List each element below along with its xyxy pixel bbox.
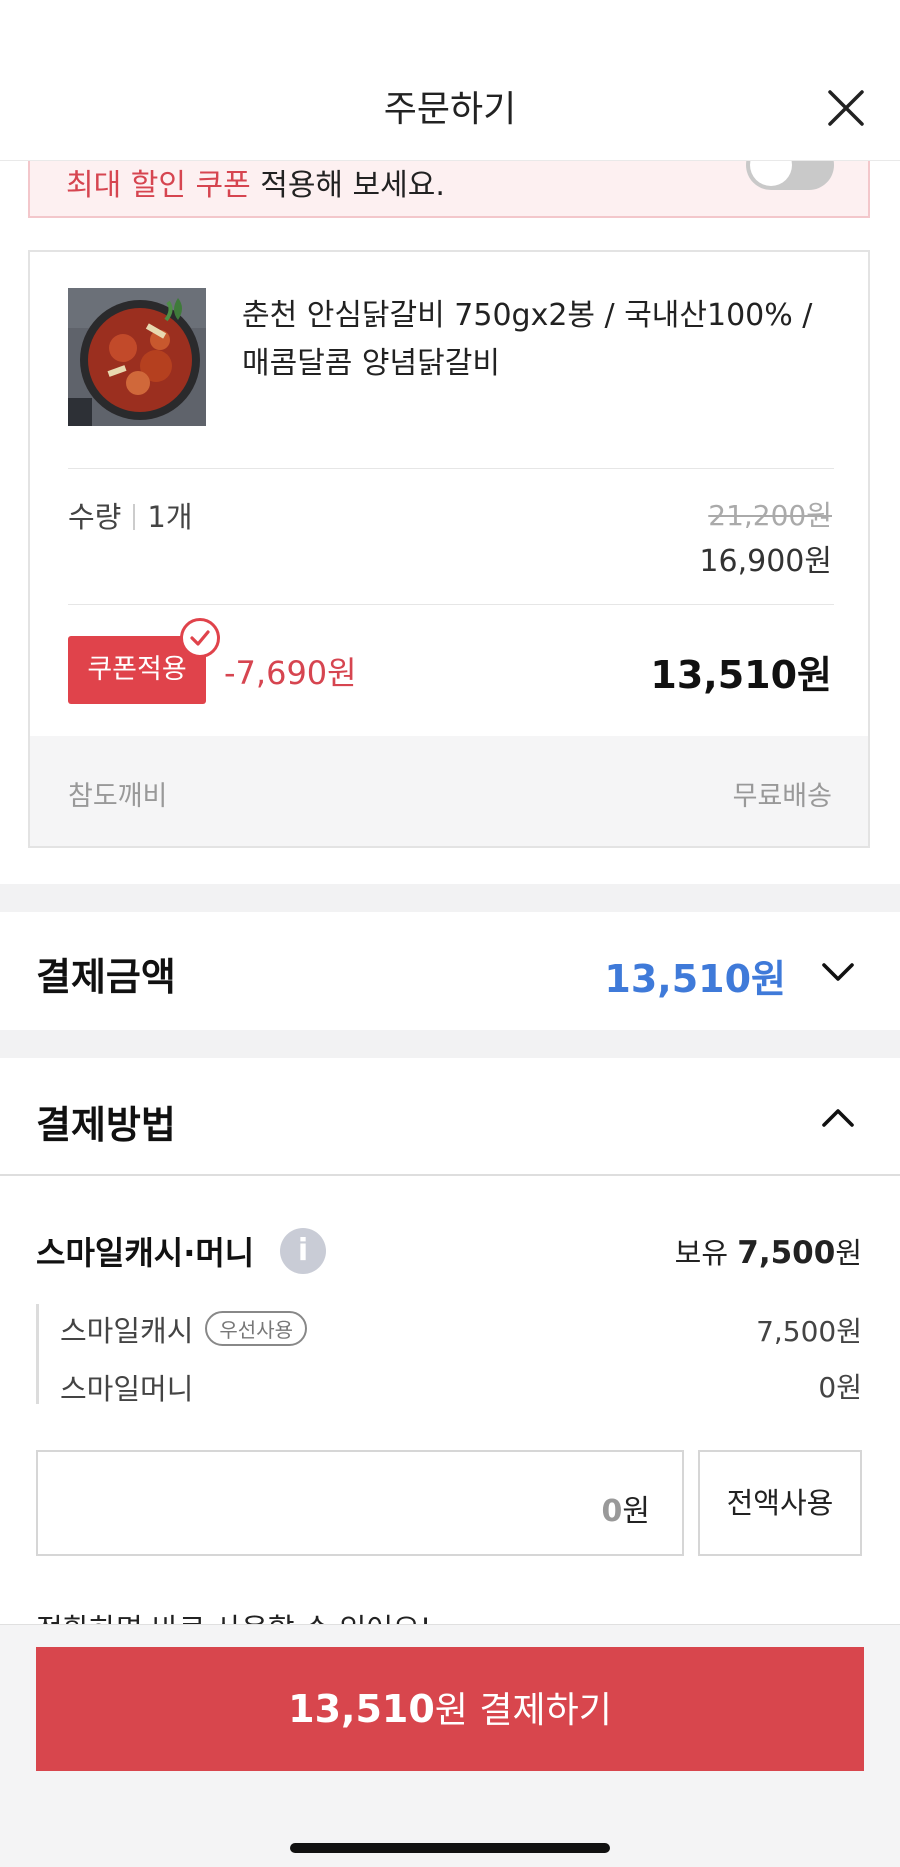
coupon-banner-rest: 적용해 보세요. bbox=[250, 168, 445, 203]
divider bbox=[68, 468, 834, 469]
quantity-separator bbox=[133, 504, 136, 530]
pay-button-amount: 13,510 bbox=[288, 1687, 435, 1731]
card-footer: 참도깨비 무료배송 bbox=[30, 736, 868, 846]
product-name[interactable]: 춘천 안심닭갈비 750gx2봉 / 국내산100% / 매콤달콤 양념닭갈비 bbox=[242, 292, 832, 388]
coupon-banner-highlight: 최대 할인 쿠폰 bbox=[66, 168, 251, 203]
use-all-button[interactable]: 전액사용 bbox=[698, 1450, 862, 1556]
original-price: 21,200원 bbox=[708, 499, 832, 532]
owned-unit: 원 bbox=[835, 1236, 862, 1270]
close-icon[interactable] bbox=[822, 84, 870, 132]
seller-name[interactable]: 참도깨비 bbox=[68, 774, 167, 813]
priority-badge: 우선사용 bbox=[205, 1311, 308, 1346]
product-card: 춘천 안심닭갈비 750gx2봉 / 국내산100% / 매콤달콤 양념닭갈비 … bbox=[28, 250, 870, 848]
chevron-down-icon[interactable] bbox=[818, 952, 858, 992]
quantity: 수량 1개 bbox=[68, 494, 193, 536]
product-thumbnail[interactable] bbox=[68, 288, 206, 426]
smile-money-value: 0원 bbox=[818, 1371, 862, 1404]
amount-input-unit: 원 bbox=[622, 1494, 650, 1529]
owned-label: 보유 bbox=[674, 1236, 729, 1270]
smile-cash-label: 스마일캐시 bbox=[60, 1314, 194, 1348]
header: 주문하기 bbox=[0, 0, 900, 161]
coupon-banner-text: 최대 할인 쿠폰 적용해 보세요. bbox=[66, 160, 445, 204]
amount-input-value: 0원 bbox=[602, 1486, 650, 1530]
bottom-bar: 13,510원 결제하기 bbox=[0, 1624, 900, 1867]
payment-amount-title[interactable]: 결제금액 bbox=[36, 946, 176, 1001]
page-title: 주문하기 bbox=[383, 89, 517, 130]
home-indicator[interactable] bbox=[290, 1843, 610, 1853]
smile-money-label: 스마일머니 bbox=[60, 1372, 194, 1406]
chevron-up-icon[interactable] bbox=[818, 1098, 858, 1138]
amount-input-number: 0 bbox=[601, 1494, 623, 1529]
section-gap bbox=[0, 884, 900, 912]
pay-button-label: 원 결제하기 bbox=[434, 1690, 612, 1731]
shipping-info: 무료배송 bbox=[732, 781, 832, 812]
smile-cash-value: 7,500원 bbox=[756, 1315, 862, 1348]
pay-button[interactable]: 13,510원 결제하기 bbox=[36, 1647, 864, 1771]
smile-cash-row: 스마일캐시 우선사용 bbox=[60, 1308, 308, 1350]
smile-amount-input[interactable]: 0원 bbox=[36, 1450, 684, 1556]
check-icon bbox=[180, 618, 220, 658]
payment-method-title[interactable]: 결제방법 bbox=[36, 1094, 176, 1149]
info-icon[interactable]: i bbox=[280, 1228, 326, 1274]
sub-list-bar bbox=[36, 1304, 39, 1404]
smile-cash-title: 스마일캐시·머니 bbox=[36, 1234, 255, 1272]
final-price: 13,510원 bbox=[650, 653, 832, 697]
coupon-discount: -7,690원 bbox=[224, 654, 357, 692]
owned-amount: 7,500 bbox=[737, 1235, 836, 1271]
quantity-label: 수량 bbox=[68, 500, 122, 534]
section-gap bbox=[0, 1030, 900, 1058]
divider bbox=[68, 604, 834, 605]
divider bbox=[0, 1174, 900, 1176]
quantity-value: 1개 bbox=[147, 500, 193, 534]
owned-balance: 보유 7,500원 bbox=[675, 1230, 862, 1272]
payment-amount-value: 13,510원 bbox=[604, 957, 786, 1001]
sale-price: 16,900원 bbox=[699, 544, 832, 579]
